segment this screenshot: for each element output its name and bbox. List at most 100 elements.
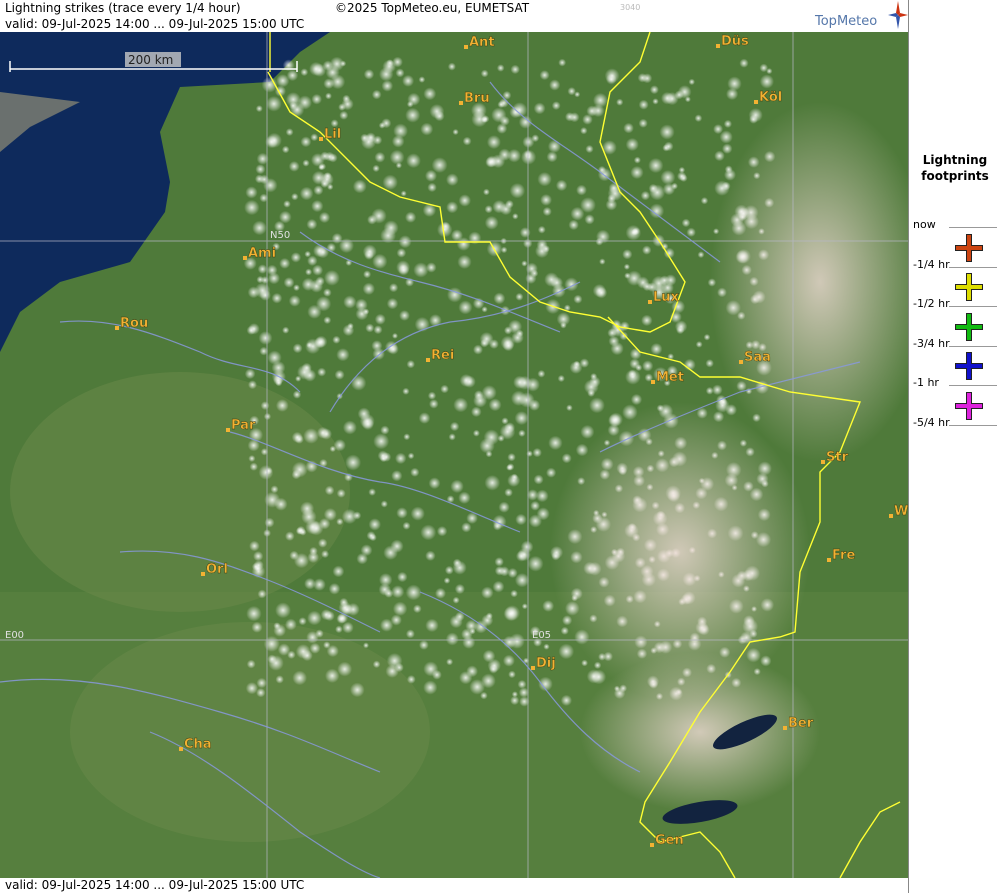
cumulus-cloud (517, 679, 527, 689)
cumulus-cloud (340, 60, 347, 67)
cumulus-cloud (629, 348, 642, 360)
city-label-w: W (894, 504, 908, 519)
cumulus-cloud (688, 78, 695, 86)
cumulus-cloud (389, 149, 405, 165)
cumulus-cloud (488, 398, 502, 412)
cumulus-cloud (462, 136, 472, 146)
cumulus-cloud (568, 219, 579, 231)
cumulus-cloud (648, 157, 664, 174)
cumulus-cloud (695, 341, 703, 348)
cumulus-cloud (507, 453, 516, 462)
cumulus-cloud (546, 151, 558, 163)
cumulus-cloud (318, 538, 328, 548)
cumulus-cloud (531, 134, 540, 143)
cumulus-cloud (303, 428, 319, 444)
cumulus-cloud (542, 600, 555, 612)
cumulus-cloud (258, 331, 273, 345)
cumulus-cloud (277, 643, 291, 656)
legend-title-line2: footprints (921, 169, 989, 183)
cumulus-cloud (255, 164, 266, 175)
cumulus-cloud (346, 602, 360, 616)
cumulus-cloud (472, 429, 480, 437)
cumulus-cloud (576, 184, 587, 196)
cumulus-cloud (397, 571, 408, 583)
lightning-cross-icon (955, 391, 983, 420)
city-label-rei: Rei (431, 348, 454, 363)
city-label-saa: Saa (744, 350, 771, 365)
cumulus-cloud (518, 429, 526, 437)
cumulus-cloud (258, 465, 274, 480)
cumulus-cloud (484, 215, 499, 230)
cumulus-cloud (434, 111, 445, 122)
city-label-gen: Gen (655, 833, 684, 848)
cumulus-cloud (521, 149, 537, 165)
cumulus-cloud (599, 258, 606, 265)
cumulus-cloud (279, 210, 292, 224)
map-code: 3040 (620, 3, 641, 12)
cumulus-cloud (659, 124, 675, 140)
cumulus-cloud (246, 325, 256, 335)
cumulus-cloud (496, 64, 505, 72)
cumulus-cloud (473, 344, 483, 355)
legend-divider (949, 424, 997, 426)
city-marker-rei (426, 358, 430, 362)
cumulus-cloud (325, 92, 332, 100)
cumulus-cloud (380, 500, 388, 508)
cumulus-cloud (420, 524, 437, 541)
legend-label: -1/4 hr (913, 257, 950, 271)
cumulus-cloud (317, 367, 327, 377)
satellite-map[interactable]: 200 km N50 E00 E05 Ant Düs Bru Köl Lil Ami Rou… (0, 32, 908, 878)
cumulus-cloud (423, 680, 438, 695)
city-label-düs: Düs (721, 34, 749, 49)
cumulus-cloud (641, 314, 653, 327)
cumulus-cloud (642, 245, 652, 255)
cumulus-cloud (528, 399, 541, 411)
cumulus-cloud (282, 326, 290, 334)
cumulus-cloud (333, 439, 346, 452)
cumulus-cloud (405, 629, 415, 639)
cumulus-cloud (292, 670, 308, 686)
valid-time-top: valid: 09-Jul-2025 14:00 ... 09-Jul-2025… (5, 17, 305, 31)
cumulus-cloud (316, 426, 329, 439)
cumulus-cloud (581, 659, 588, 667)
cumulus-cloud (391, 585, 405, 599)
cumulus-cloud (547, 139, 561, 153)
city-label-bru: Bru (464, 91, 490, 106)
cumulus-cloud (485, 612, 493, 620)
cumulus-cloud (392, 332, 398, 339)
cumulus-cloud (251, 562, 260, 571)
cumulus-cloud (483, 188, 490, 196)
cumulus-cloud (630, 393, 643, 406)
cumulus-cloud (508, 670, 516, 679)
cumulus-cloud (446, 658, 454, 666)
cumulus-cloud (427, 391, 437, 400)
cumulus-cloud (582, 114, 593, 125)
city-marker-cha (179, 747, 183, 751)
cumulus-cloud (638, 99, 649, 110)
cumulus-cloud (327, 183, 334, 191)
cumulus-cloud (306, 218, 318, 230)
cumulus-cloud (623, 263, 631, 270)
cumulus-cloud (486, 135, 501, 150)
compass-icon (888, 1, 908, 29)
cumulus-cloud (555, 179, 568, 192)
legend-label: -5/4 hr (913, 415, 950, 429)
city-label-ber: Ber (788, 716, 814, 731)
cumulus-cloud (449, 421, 460, 432)
cumulus-cloud (652, 98, 659, 105)
cumulus-cloud (246, 605, 262, 622)
city-label-orl: Orl (206, 562, 228, 577)
cumulus-cloud (405, 584, 422, 601)
cumulus-cloud (497, 100, 505, 109)
city-marker-ber (783, 726, 787, 730)
cumulus-cloud (726, 87, 739, 101)
cumulus-cloud (366, 531, 376, 541)
cumulus-cloud (759, 63, 769, 73)
cumulus-cloud (519, 227, 531, 238)
cumulus-cloud (398, 235, 412, 249)
lightning-cross-icon (955, 233, 983, 262)
cumulus-cloud (719, 130, 733, 144)
city-marker-par (226, 428, 230, 432)
cumulus-cloud (413, 604, 422, 614)
cumulus-cloud (623, 122, 634, 134)
